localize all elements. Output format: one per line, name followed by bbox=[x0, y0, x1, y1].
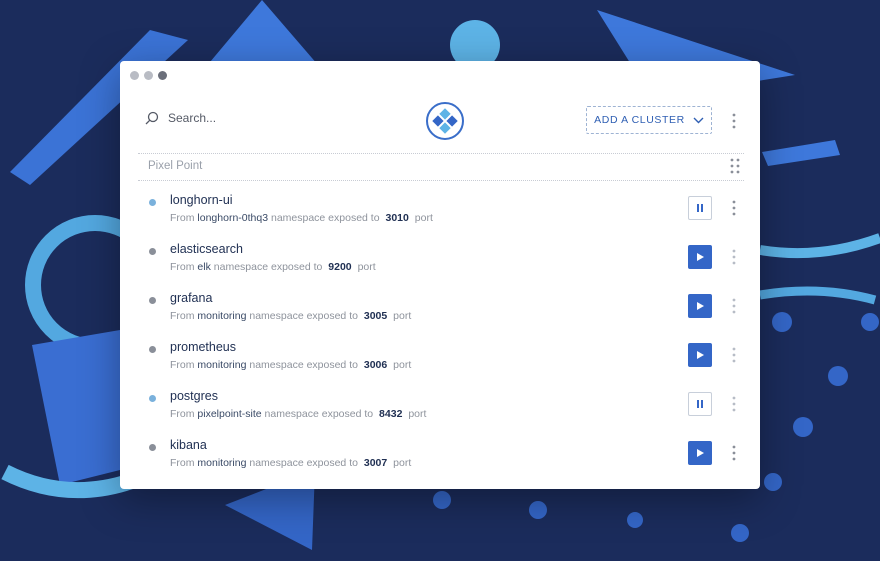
row-menu-button[interactable] bbox=[729, 248, 739, 266]
kebab-icon bbox=[732, 113, 736, 129]
service-name: longhorn-ui bbox=[170, 193, 233, 207]
service-description: From longhorn-0thq3 namespace exposed to… bbox=[170, 212, 433, 224]
service-row-kibana: kibana From monitoring namespace exposed… bbox=[120, 433, 760, 482]
play-icon bbox=[697, 253, 704, 261]
service-name: prometheus bbox=[170, 340, 237, 354]
kebab-icon bbox=[732, 347, 736, 363]
play-icon bbox=[697, 302, 704, 310]
pause-icon bbox=[697, 204, 703, 212]
service-row-grafana: grafana From monitoring namespace expose… bbox=[120, 286, 760, 335]
pause-icon bbox=[697, 400, 703, 408]
row-menu-button[interactable] bbox=[729, 199, 739, 217]
drag-handle-icon bbox=[730, 158, 740, 174]
service-row-prometheus: prometheus From monitoring namespace exp… bbox=[120, 335, 760, 384]
pause-button[interactable] bbox=[688, 196, 712, 220]
status-indicator bbox=[149, 346, 156, 353]
pause-button[interactable] bbox=[688, 392, 712, 416]
app-logo-icon bbox=[426, 102, 464, 140]
status-indicator bbox=[149, 297, 156, 304]
status-indicator bbox=[149, 248, 156, 255]
row-menu-button[interactable] bbox=[729, 444, 739, 462]
status-indicator bbox=[149, 199, 156, 206]
play-button[interactable] bbox=[688, 245, 712, 269]
service-description: From pixelpoint-site namespace exposed t… bbox=[170, 408, 427, 420]
search-input[interactable] bbox=[168, 111, 308, 125]
service-row-postgres: postgres From pixelpoint-site namespace … bbox=[120, 384, 760, 433]
app-window: ADD A CLUSTER Pixel Point longhorn-ui Fr… bbox=[120, 61, 760, 489]
play-button[interactable] bbox=[688, 294, 712, 318]
window-controls bbox=[130, 71, 167, 80]
row-menu-button[interactable] bbox=[729, 297, 739, 315]
service-description: From monitoring namespace exposed to 300… bbox=[170, 310, 412, 322]
kebab-icon bbox=[732, 200, 736, 216]
service-row-elasticsearch: elasticsearch From elk namespace exposed… bbox=[120, 237, 760, 286]
status-indicator bbox=[149, 444, 156, 451]
kebab-icon bbox=[732, 298, 736, 314]
maximize-window-button[interactable] bbox=[158, 71, 167, 80]
service-name: kibana bbox=[170, 438, 207, 452]
service-name: elasticsearch bbox=[170, 242, 243, 256]
play-button[interactable] bbox=[688, 441, 712, 465]
kebab-icon bbox=[732, 249, 736, 265]
service-description: From monitoring namespace exposed to 300… bbox=[170, 457, 412, 469]
close-window-button[interactable] bbox=[130, 71, 139, 80]
service-description: From monitoring namespace exposed to 300… bbox=[170, 359, 412, 371]
group-menu-button[interactable] bbox=[728, 157, 742, 175]
row-menu-button[interactable] bbox=[729, 346, 739, 364]
service-name: grafana bbox=[170, 291, 213, 305]
play-icon bbox=[697, 449, 704, 457]
cluster-name: Pixel Point bbox=[148, 160, 203, 172]
service-row-longhorn-ui: longhorn-ui From longhorn-0thq3 namespac… bbox=[120, 188, 760, 237]
service-description: From elk namespace exposed to 9200 port bbox=[170, 261, 376, 273]
add-cluster-label: ADD A CLUSTER bbox=[594, 114, 685, 126]
minimize-window-button[interactable] bbox=[144, 71, 153, 80]
kebab-icon bbox=[732, 396, 736, 412]
chevron-down-icon bbox=[693, 117, 704, 123]
add-cluster-button[interactable]: ADD A CLUSTER bbox=[586, 106, 712, 134]
kebab-icon bbox=[732, 445, 736, 461]
search-icon bbox=[145, 111, 159, 125]
service-name: postgres bbox=[170, 389, 218, 403]
row-menu-button[interactable] bbox=[729, 395, 739, 413]
play-button[interactable] bbox=[688, 343, 712, 367]
status-indicator bbox=[149, 395, 156, 402]
cluster-group-header: Pixel Point bbox=[138, 153, 744, 181]
search-bar[interactable] bbox=[145, 111, 308, 125]
more-menu-button[interactable] bbox=[729, 112, 739, 130]
play-icon bbox=[697, 351, 704, 359]
